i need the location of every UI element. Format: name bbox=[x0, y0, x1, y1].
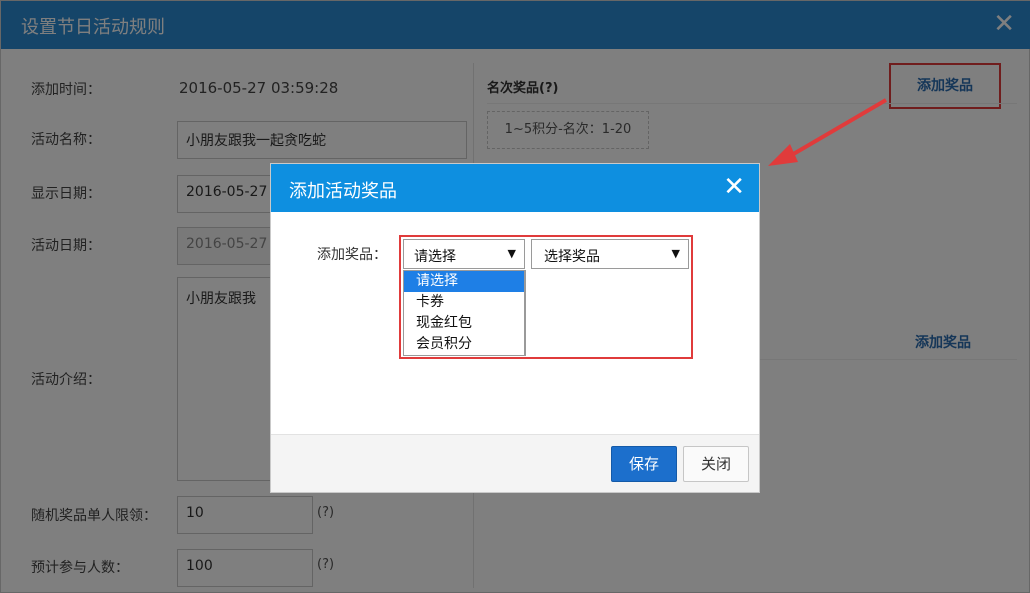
dropdown-divider bbox=[525, 270, 526, 356]
dialog-header: 添加活动奖品 ✕ bbox=[271, 164, 759, 212]
dialog-title: 添加活动奖品 bbox=[289, 181, 397, 202]
add-prize-label: 添加奖品： bbox=[317, 247, 387, 263]
dropdown-arrow-icon: ▼ bbox=[507, 247, 516, 260]
dropdown-arrow-icon: ▼ bbox=[671, 247, 680, 260]
prize-type-dropdown: 请选择 卡券 现金红包 会员积分 bbox=[403, 270, 525, 356]
dropdown-option[interactable]: 会员积分 bbox=[404, 334, 524, 355]
red-arrow-annotation bbox=[768, 98, 888, 166]
dropdown-option[interactable]: 请选择 bbox=[404, 271, 524, 292]
dialog-body: 添加奖品： 请选择 ▼ 选择奖品 ▼ 请选择 卡券 现金红包 会员积分 bbox=[271, 212, 759, 434]
close-icon[interactable]: ✕ bbox=[723, 172, 745, 202]
prize-type-select[interactable]: 请选择 ▼ bbox=[403, 239, 525, 269]
save-button[interactable]: 保存 bbox=[611, 446, 677, 482]
add-prize-dialog: 添加活动奖品 ✕ 添加奖品： 请选择 ▼ 选择奖品 ▼ 请选择 卡券 现金红包 … bbox=[270, 163, 760, 493]
prize-type-select-value: 请选择 bbox=[414, 249, 456, 265]
prize-item-select-value: 选择奖品 bbox=[544, 249, 600, 265]
prize-item-select[interactable]: 选择奖品 ▼ bbox=[531, 239, 689, 269]
close-button[interactable]: 关闭 bbox=[683, 446, 749, 482]
dropdown-option[interactable]: 卡券 bbox=[404, 292, 524, 313]
dropdown-option[interactable]: 现金红包 bbox=[404, 313, 524, 334]
